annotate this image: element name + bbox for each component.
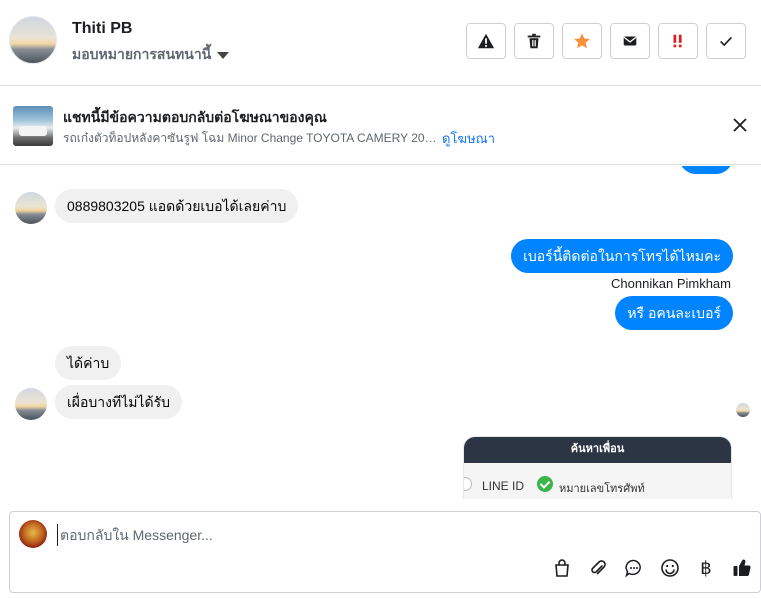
ad-thumbnail[interactable]: [13, 106, 53, 146]
message-thread[interactable]: 0889803205 แอดด้วยเบอได้เลยค่าบ เบอร์นี้…: [0, 166, 761, 499]
sender-name: Chonnikan Pimkham: [611, 276, 731, 291]
page-avatar: [19, 520, 47, 548]
check-icon: [720, 36, 732, 47]
emoji-icon: [661, 559, 679, 577]
payment-button[interactable]: ฿: [696, 558, 716, 578]
contact-avatar[interactable]: [9, 16, 57, 64]
ad-banner-title: แชทนี้มีข้อความตอบกลับต่อโฆษณาของคุณ: [63, 109, 327, 125]
trash-icon: [527, 33, 541, 49]
delete-button[interactable]: [514, 23, 554, 59]
conversation-header: Thiti PB มอบหมายการสนทนานี้: [0, 0, 761, 86]
ad-banner-subtitle: รถเก๋งตัวท็อปหลังคาซันรูฟ โฉม Minor Chan…: [63, 131, 443, 145]
message-bubble-incoming: เผื่อบางทีไม่ได้รับ: [55, 385, 183, 419]
reply-composer: ฿: [9, 511, 761, 593]
mail-icon: [623, 36, 637, 46]
message-bubble-incoming: 0889803205 แอดด้วยเบอได้เลยค่าบ: [55, 189, 299, 223]
attachment-option-phone: หมายเลขโทรศัพท์: [559, 483, 645, 495]
star-icon: [574, 33, 590, 49]
message-bubble-outgoing: หรื อคนละเบอร์: [615, 296, 733, 330]
reply-input[interactable]: [57, 524, 657, 546]
shop-button[interactable]: [552, 558, 572, 578]
emoji-button[interactable]: [660, 558, 680, 578]
composer-tools: ฿: [552, 558, 752, 578]
attach-file-button[interactable]: [588, 558, 608, 578]
assign-conversation-dropdown[interactable]: มอบหมายการสนทนานี้: [72, 44, 230, 66]
contact-avatar-small: [15, 388, 47, 420]
contact-name[interactable]: Thiti PB: [72, 20, 132, 38]
close-icon[interactable]: [729, 114, 751, 136]
mark-urgent-button[interactable]: [658, 23, 698, 59]
seen-receipt-avatar: [736, 403, 750, 417]
paperclip-icon: [591, 560, 606, 575]
image-attachment[interactable]: ค้นหาเพื่อน LINE ID หมายเลขโทรศัพท์: [463, 436, 732, 499]
saved-replies-button[interactable]: [624, 558, 644, 578]
like-button[interactable]: [732, 558, 752, 578]
saved-reply-icon: [625, 559, 641, 578]
bag-icon: [555, 559, 569, 577]
mark-unread-button[interactable]: [610, 23, 650, 59]
message-bubble-incoming: ได้ค่าบ: [55, 346, 122, 380]
mark-done-button[interactable]: [706, 23, 746, 59]
message-bubble-outgoing: เบอร์นี้ติดต่อในการโทรได้ไหมคะ: [511, 239, 733, 273]
star-button[interactable]: [562, 23, 602, 59]
report-icon: [477, 33, 495, 49]
view-ad-link[interactable]: ดูโฆษณา: [442, 128, 495, 149]
check-circle-icon: [537, 476, 553, 492]
contact-avatar-small: [15, 192, 47, 224]
message-bubble-partial: [679, 166, 733, 174]
baht-icon: ฿: [700, 557, 712, 578]
ad-reply-banner: แชทนี้มีข้อความตอบกลับต่อโฆษณาของคุณ รถเ…: [0, 87, 761, 165]
radio-icon: [464, 477, 472, 491]
urgent-icon: [673, 34, 682, 48]
attachment-options: LINE ID หมายเลขโทรศัพท์: [464, 463, 731, 499]
attachment-option-lineid: LINE ID: [482, 479, 525, 493]
like-icon: [733, 559, 751, 577]
caret-down-icon: [217, 51, 230, 59]
header-actions: [466, 23, 746, 59]
attachment-title: ค้นหาเพื่อน: [464, 437, 731, 463]
report-button[interactable]: [466, 23, 506, 59]
assign-label: มอบหมายการสนทนานี้: [72, 46, 212, 62]
